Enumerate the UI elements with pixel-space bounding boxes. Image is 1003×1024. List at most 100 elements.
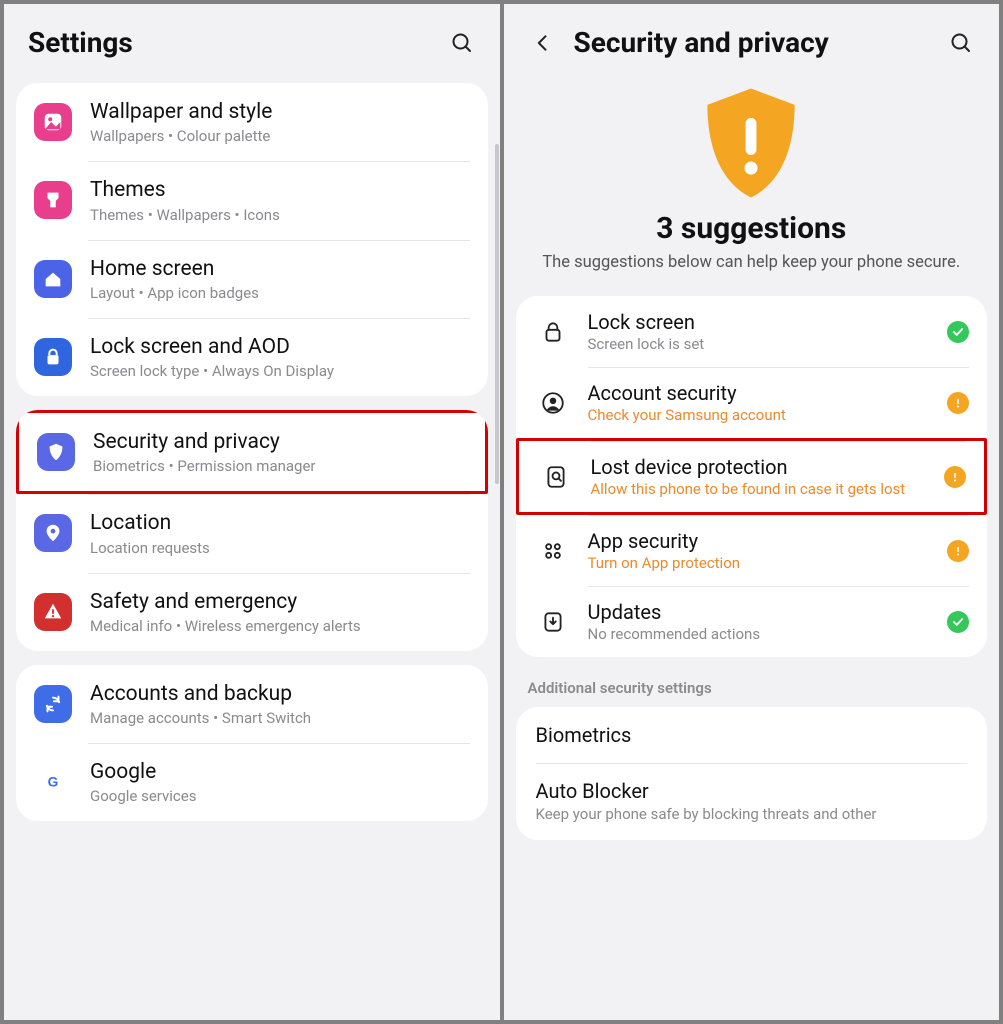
status-row-app-security[interactable]: App security Turn on App protection xyxy=(516,515,988,586)
svg-text:G: G xyxy=(48,775,59,790)
settings-group: Security and privacy Biometrics • Permis… xyxy=(16,410,488,651)
status-title: Updates xyxy=(588,600,938,624)
status-subtitle: No recommended actions xyxy=(588,625,938,643)
row-texts: Home screen Layout • App icon badges xyxy=(90,256,470,302)
search-icon xyxy=(450,31,474,55)
settings-row-safety-and-emergency[interactable]: Safety and emergency Medical info • Wire… xyxy=(16,573,488,651)
row-subtitle: Location requests xyxy=(90,539,470,557)
row-subtitle: Layout • App icon badges xyxy=(90,284,470,302)
row-texts: Security and privacy Biometrics • Permis… xyxy=(93,429,467,475)
settings-header: Settings xyxy=(4,4,500,83)
section-label: Additional security settings xyxy=(504,671,1000,707)
emergency-icon xyxy=(34,593,72,631)
hero-subtitle: The suggestions below can help keep your… xyxy=(542,252,960,274)
page-title: Settings xyxy=(28,26,448,59)
chevron-left-icon xyxy=(533,33,553,53)
status-texts: Account security Check your Samsung acco… xyxy=(588,381,938,424)
status-texts: App security Turn on App protection xyxy=(588,529,938,572)
row-texts: Location Location requests xyxy=(90,510,470,556)
row-subtitle: Google services xyxy=(90,787,470,805)
status-texts: Lost device protection Allow this phone … xyxy=(591,455,935,498)
settings-row-themes[interactable]: Themes Themes • Wallpapers • Icons xyxy=(16,161,488,239)
settings-group: Wallpaper and style Wallpapers • Colour … xyxy=(16,83,488,396)
settings-row-google[interactable]: G Google Google services xyxy=(16,743,488,821)
status-row-account-security[interactable]: Account security Check your Samsung acco… xyxy=(516,367,988,438)
status-row-updates[interactable]: Updates No recommended actions xyxy=(516,586,988,657)
google-icon: G xyxy=(34,763,72,801)
row-subtitle: Biometrics • Permission manager xyxy=(93,457,467,475)
settings-screen: Settings Wallpaper and style Wallpapers … xyxy=(4,4,500,1020)
status-indicator-orange xyxy=(947,540,969,562)
row-subtitle: Medical info • Wireless emergency alerts xyxy=(90,617,470,635)
status-row-lost-device-protection[interactable]: Lost device protection Allow this phone … xyxy=(516,438,988,515)
row-title: Lock screen and AOD xyxy=(90,334,470,360)
row-title: Safety and emergency xyxy=(90,589,470,615)
find-icon xyxy=(541,462,571,492)
settings-row-accounts-and-backup[interactable]: Accounts and backup Manage accounts • Sm… xyxy=(16,665,488,743)
extra-title: Biometrics xyxy=(536,723,968,747)
apps-icon xyxy=(538,536,568,566)
extra-row-auto-blocker[interactable]: Auto Blocker Keep your phone safe by blo… xyxy=(516,763,988,840)
updates-icon xyxy=(538,607,568,637)
row-title: Security and privacy xyxy=(93,429,467,455)
status-subtitle: Allow this phone to be found in case it … xyxy=(591,480,935,498)
additional-settings-card: Biometrics Auto Blocker Keep your phone … xyxy=(516,707,988,840)
row-title: Home screen xyxy=(90,256,470,282)
extra-subtitle: Keep your phone safe by blocking threats… xyxy=(536,805,968,824)
status-texts: Updates No recommended actions xyxy=(588,600,938,643)
search-button[interactable] xyxy=(448,29,476,57)
row-subtitle: Screen lock type • Always On Display xyxy=(90,362,470,380)
row-title: Location xyxy=(90,510,470,536)
row-title: Wallpaper and style xyxy=(90,99,470,125)
status-subtitle: Screen lock is set xyxy=(588,335,938,353)
status-indicator-green xyxy=(947,611,969,633)
page-title: Security and privacy xyxy=(574,26,948,59)
location-icon xyxy=(34,514,72,552)
settings-row-home-screen[interactable]: Home screen Layout • App icon badges xyxy=(16,240,488,318)
row-texts: Lock screen and AOD Screen lock type • A… xyxy=(90,334,470,380)
settings-row-security-and-privacy[interactable]: Security and privacy Biometrics • Permis… xyxy=(16,410,488,494)
status-title: Lock screen xyxy=(588,310,938,334)
status-indicator-orange xyxy=(947,392,969,414)
status-texts: Lock screen Screen lock is set xyxy=(588,310,938,353)
extra-title: Auto Blocker xyxy=(536,779,968,803)
padlock-icon xyxy=(538,317,568,347)
account-icon xyxy=(538,388,568,418)
row-texts: Safety and emergency Medical info • Wire… xyxy=(90,589,470,635)
row-texts: Accounts and backup Manage accounts • Sm… xyxy=(90,681,470,727)
hero-title: 3 suggestions xyxy=(656,211,846,246)
row-subtitle: Themes • Wallpapers • Icons xyxy=(90,206,470,224)
row-texts: Themes Themes • Wallpapers • Icons xyxy=(90,177,470,223)
security-status-card: Lock screen Screen lock is set Account s… xyxy=(516,296,988,657)
search-icon xyxy=(949,31,973,55)
status-title: App security xyxy=(588,529,938,553)
extra-row-biometrics[interactable]: Biometrics xyxy=(516,707,988,763)
home-icon xyxy=(34,260,72,298)
lock-icon xyxy=(34,338,72,376)
sync-icon xyxy=(34,685,72,723)
status-indicator-orange xyxy=(944,466,966,488)
status-title: Lost device protection xyxy=(591,455,935,479)
row-texts: Wallpaper and style Wallpapers • Colour … xyxy=(90,99,470,145)
settings-group: Accounts and backup Manage accounts • Sm… xyxy=(16,665,488,822)
shield-icon xyxy=(37,433,75,471)
settings-row-lock-screen-and-aod[interactable]: Lock screen and AOD Screen lock type • A… xyxy=(16,318,488,396)
back-button[interactable] xyxy=(528,28,558,58)
row-texts: Google Google services xyxy=(90,759,470,805)
settings-row-wallpaper-and-style[interactable]: Wallpaper and style Wallpapers • Colour … xyxy=(16,83,488,161)
status-subtitle: Check your Samsung account xyxy=(588,406,938,424)
status-row-lock-screen[interactable]: Lock screen Screen lock is set xyxy=(516,296,988,367)
shield-alert-icon xyxy=(696,83,806,203)
row-title: Themes xyxy=(90,177,470,203)
security-screen: Security and privacy 3 suggestions The s… xyxy=(504,4,1000,1020)
suggestions-hero: 3 suggestions The suggestions below can … xyxy=(504,83,1000,296)
wallpaper-icon xyxy=(34,103,72,141)
search-button[interactable] xyxy=(947,29,975,57)
status-indicator-green xyxy=(947,321,969,343)
row-title: Google xyxy=(90,759,470,785)
row-subtitle: Wallpapers • Colour palette xyxy=(90,127,470,145)
scrollbar[interactable] xyxy=(495,144,499,484)
themes-icon xyxy=(34,181,72,219)
settings-row-location[interactable]: Location Location requests xyxy=(16,494,488,572)
security-header: Security and privacy xyxy=(504,4,1000,83)
